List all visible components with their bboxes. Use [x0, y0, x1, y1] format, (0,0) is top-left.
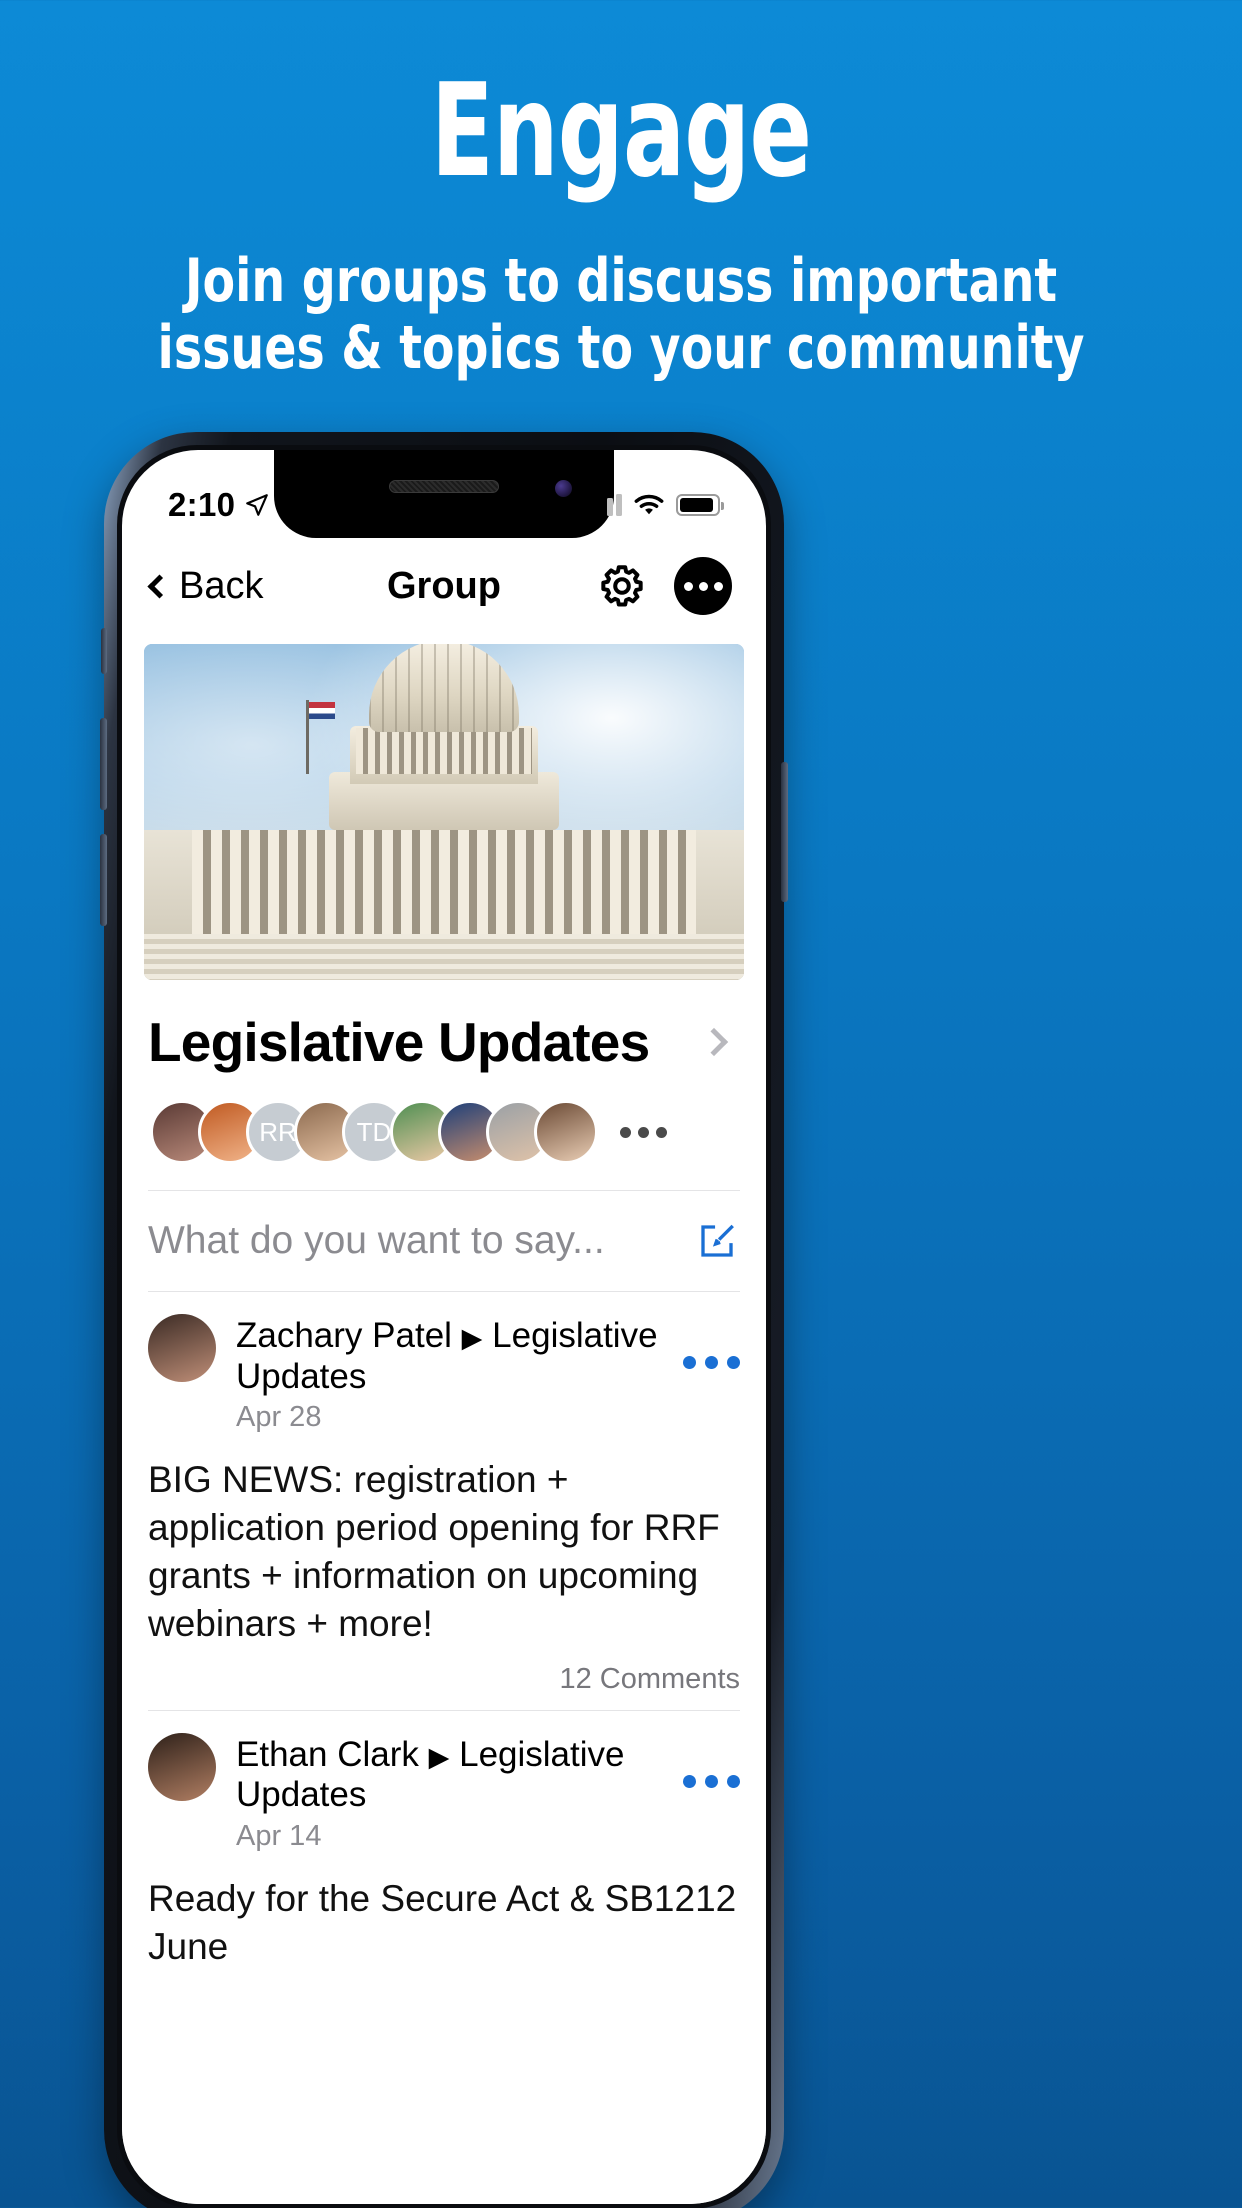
battery-icon: [676, 494, 724, 516]
capitol-colonnade: [192, 830, 696, 934]
capitol-dome-columns: [356, 728, 532, 774]
members-overflow-icon[interactable]: [620, 1126, 667, 1138]
phone-mockup: 2:10 Back Group Legislative Updates RR T…: [100, 432, 788, 2208]
post-header: Zachary Patel ▶ Legislative Updates Apr …: [148, 1292, 740, 1434]
post-meta: Ethan Clark ▶ Legislative Updates Apr 14: [236, 1733, 683, 1853]
post-author-name: Ethan Clark: [236, 1734, 419, 1774]
capitol-steps: [144, 934, 744, 980]
post-composer[interactable]: What do you want to say...: [122, 1191, 766, 1291]
post-menu-icon[interactable]: [683, 1733, 740, 1788]
volume-down-button: [100, 834, 107, 926]
arrow-right-icon: ▶: [461, 1323, 483, 1353]
phone-bezel: 2:10 Back Group Legislative Updates RR T…: [117, 445, 771, 2208]
location-arrow-icon: [246, 494, 269, 516]
avatar[interactable]: [534, 1100, 598, 1164]
arrow-right-icon: ▶: [428, 1741, 450, 1772]
group-screen-content: Legislative Updates RR TD What do you wa…: [122, 634, 766, 2204]
hero-subtitle-line-2: issues & topics to your community: [157, 313, 1085, 384]
post-menu-icon[interactable]: [683, 1314, 740, 1369]
avatar[interactable]: [148, 1732, 216, 1801]
mute-switch: [101, 628, 107, 674]
group-header-row[interactable]: Legislative Updates: [122, 980, 766, 1074]
hero-subtitle: Join groups to discuss important issues …: [75, 246, 1168, 384]
group-members-row[interactable]: RR TD: [122, 1074, 766, 1164]
post-author-line: Ethan Clark ▶ Legislative Updates: [236, 1735, 683, 1816]
flag-icon: [306, 700, 335, 774]
post-date: Apr 14: [236, 1819, 322, 1852]
hero-subtitle-line-1: Join groups to discuss important: [184, 246, 1058, 316]
post-author-line: Zachary Patel ▶ Legislative Updates: [236, 1316, 683, 1397]
post-body: BIG NEWS: registration + application per…: [148, 1459, 720, 1645]
phone-screen: 2:10 Back Group Legislative Updates RR T…: [122, 450, 766, 2204]
post-item[interactable]: Zachary Patel ▶ Legislative Updates Apr …: [122, 1292, 766, 1696]
chevron-right-icon: [699, 1027, 729, 1057]
cellular-signal-icon: [587, 494, 622, 516]
post-header: Ethan Clark ▶ Legislative Updates Apr 14: [148, 1711, 740, 1853]
post-comment-count[interactable]: 12 Comments: [148, 1663, 740, 1696]
status-bar: 2:10: [122, 450, 766, 538]
power-button: [781, 762, 788, 902]
more-horizontal-icon[interactable]: [674, 557, 732, 615]
wifi-icon: [634, 494, 664, 515]
status-time: 2:10: [168, 486, 236, 523]
post-body: Ready for the Secure Act & SB1212 June: [148, 1877, 737, 1967]
marketing-hero: Engage Join groups to discuss important …: [0, 0, 1242, 382]
compose-square-pencil-icon[interactable]: [696, 1220, 738, 1262]
status-time-group: 2:10: [168, 486, 270, 524]
app-navigation-bar: Back Group: [122, 538, 766, 634]
post-item[interactable]: Ethan Clark ▶ Legislative Updates Apr 14…: [122, 1711, 766, 1971]
page-title: Engage: [430, 57, 812, 206]
group-name: Legislative Updates: [148, 1011, 650, 1073]
back-button[interactable]: Back: [146, 565, 263, 608]
nav-actions: [598, 557, 732, 615]
post-date: Apr 28: [236, 1401, 322, 1434]
volume-up-button: [100, 718, 107, 810]
group-cover-image: [144, 644, 744, 980]
post-author-name: Zachary Patel: [236, 1316, 452, 1355]
gear-icon[interactable]: [598, 562, 646, 610]
chevron-left-icon: [147, 573, 172, 599]
back-button-label: Back: [179, 564, 264, 607]
post-meta: Zachary Patel ▶ Legislative Updates Apr …: [236, 1314, 683, 1434]
composer-placeholder: What do you want to say...: [148, 1219, 605, 1262]
avatar[interactable]: [148, 1314, 216, 1382]
status-icons: [587, 494, 724, 516]
